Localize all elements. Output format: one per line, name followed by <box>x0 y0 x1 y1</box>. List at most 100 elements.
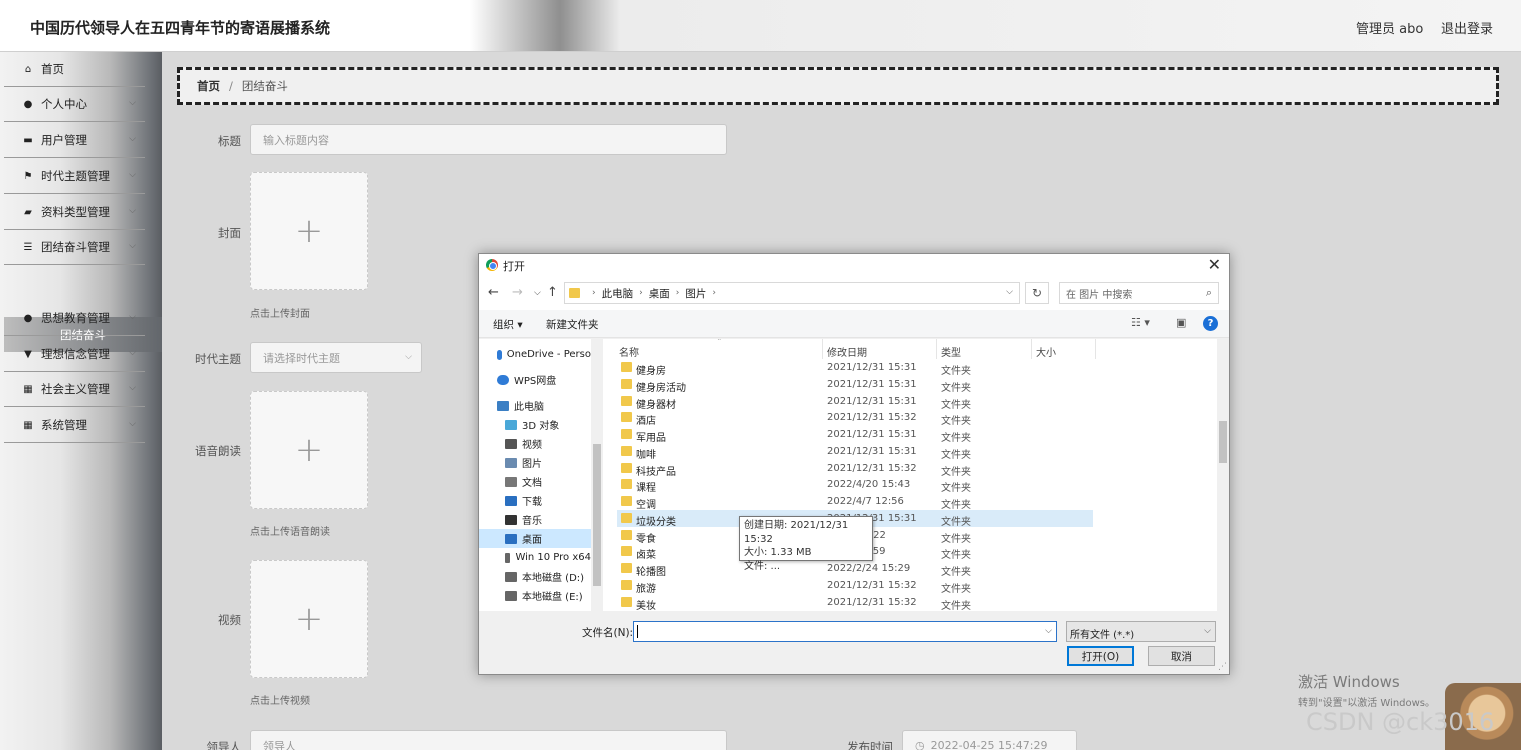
sidebar-item[interactable]: ▬ 用户管理 ⌵ <box>4 123 145 158</box>
file-row[interactable]: 美妆 2021/12/31 15:32 文件夹 <box>617 594 1093 611</box>
dialog-titlebar[interactable]: 打开 ✕ <box>479 254 1229 276</box>
sidebar-item[interactable]: ▼ 理想信念管理 ⌵ <box>4 337 145 372</box>
filetype-select[interactable]: 所有文件 (*.*) ⌵ <box>1066 621 1216 642</box>
file-row[interactable]: 空调 2022/4/7 12:56 文件夹 <box>617 493 1093 511</box>
file-row[interactable]: 科技产品 2021/12/31 15:32 文件夹 <box>617 460 1093 478</box>
resize-grip-icon[interactable]: ⋰ <box>1218 662 1227 672</box>
sidebar-item[interactable]: ● 个人中心 ⌵ <box>4 87 145 122</box>
nav-pane-item[interactable]: OneDrive - Perso <box>479 345 591 364</box>
file-row[interactable]: 课程 2022/4/20 15:43 文件夹 <box>617 476 1093 494</box>
sidebar-item[interactable]: ⚑ 时代主题管理 ⌵ <box>4 159 145 194</box>
nav-pane-label: 图片 <box>522 459 542 470</box>
cancel-button[interactable]: 取消 <box>1148 646 1215 666</box>
nav-pane-scrollbar[interactable] <box>591 339 603 611</box>
sidebar-item[interactable]: ▰ 资料类型管理 ⌵ <box>4 195 145 230</box>
preview-pane-icon[interactable]: ▣ <box>1176 316 1186 329</box>
file-list-scroll-thumb[interactable] <box>1219 421 1227 463</box>
help-icon[interactable]: ? <box>1203 316 1218 331</box>
breadcrumb-home[interactable]: 首页 <box>197 78 220 94</box>
cover-upload[interactable]: + <box>250 172 368 290</box>
title-input[interactable]: 输入标题内容 <box>250 124 727 155</box>
trophy-icon: ▼ <box>24 348 32 360</box>
file-row[interactable]: 健身器材 2021/12/31 15:31 文件夹 <box>617 393 1093 411</box>
file-row[interactable]: 军用品 2021/12/31 15:31 文件夹 <box>617 426 1093 444</box>
nav-pane-item[interactable]: 本地磁盘 (D:) <box>479 567 591 586</box>
file-row[interactable]: 咖啡 2021/12/31 15:31 文件夹 <box>617 443 1093 461</box>
sidebar-item-label: 思想教育管理 <box>41 311 110 325</box>
forward-arrow-icon[interactable]: → <box>512 285 523 300</box>
era-select[interactable]: 请选择时代主题 ⌵ <box>250 342 422 373</box>
sidebar-item[interactable]: ⌂ 首页 <box>4 52 145 87</box>
current-user[interactable]: 管理员 abo <box>1356 18 1423 37</box>
nav-pane-scroll-thumb[interactable] <box>593 444 601 586</box>
nav-pane-item[interactable]: 图片 <box>479 453 591 472</box>
column-type[interactable]: 类型 <box>941 344 961 359</box>
path-desktop[interactable]: 桌面 <box>649 286 670 301</box>
music-icon <box>505 514 517 525</box>
recent-locations-icon[interactable]: ⌵ <box>534 288 541 298</box>
column-date[interactable]: 修改日期 <box>827 344 867 359</box>
sidebar-item[interactable]: ☰ 团结奋斗管理 ⌵ <box>4 230 145 265</box>
folder-icon <box>621 579 632 590</box>
nav-pane-item[interactable]: 视频 <box>479 434 591 453</box>
id-card-icon: ▬ <box>23 134 33 146</box>
view-options-icon[interactable]: ☷ ▾ <box>1131 316 1150 329</box>
file-type: 文件夹 <box>941 382 971 394</box>
video-upload[interactable]: + <box>250 560 368 678</box>
nav-pane-item[interactable]: 3D 对象 <box>479 415 591 434</box>
cloud-icon <box>497 349 502 360</box>
document-folder-icon <box>505 476 517 487</box>
up-arrow-icon[interactable]: ↑ <box>547 285 558 300</box>
logout-link[interactable]: 退出登录 <box>1441 18 1493 37</box>
nav-pane-item[interactable]: 文档 <box>479 472 591 491</box>
audio-upload[interactable]: + <box>250 391 368 509</box>
sidebar-item[interactable]: ▦ 系统管理 ⌵ <box>4 408 145 443</box>
path-this-pc[interactable]: 此电脑 <box>602 286 634 301</box>
title-input-placeholder: 输入标题内容 <box>263 133 329 147</box>
csdn-watermark: CSDN @ck3016 <box>1306 708 1495 736</box>
search-input[interactable]: 在 图片 中搜索 ⌕ <box>1059 282 1219 304</box>
refresh-icon[interactable]: ↻ <box>1025 282 1049 304</box>
publish-time-input[interactable]: ◷ 2022-04-25 15:47:29 <box>902 730 1077 750</box>
back-arrow-icon[interactable]: ← <box>488 285 499 300</box>
folder-icon <box>621 496 632 506</box>
nav-pane-item[interactable]: 桌面 <box>479 529 591 548</box>
filename-input[interactable]: ⌵ <box>633 621 1057 642</box>
new-folder-button[interactable]: 新建文件夹 <box>546 317 599 332</box>
file-row[interactable]: 酒店 2021/12/31 15:32 文件夹 <box>617 409 1093 427</box>
chevron-down-icon: ⌵ <box>129 419 136 429</box>
close-icon[interactable]: ✕ <box>1208 255 1221 274</box>
leader-input-placeholder: 领导人 <box>263 739 296 750</box>
organize-menu[interactable]: 组织 ▾ <box>493 317 523 332</box>
leader-input[interactable]: 领导人 <box>250 730 727 750</box>
breadcrumb-current: 团结奋斗 <box>241 79 288 93</box>
nav-pane-item[interactable]: WPS网盘 <box>479 370 591 389</box>
file-row[interactable]: 旅游 2021/12/31 15:32 文件夹 <box>617 577 1093 595</box>
file-row[interactable]: 健身房活动 2021/12/31 15:31 文件夹 <box>617 376 1093 394</box>
flag-icon: ⚑ <box>23 170 33 182</box>
file-name: 科技产品 <box>636 466 676 478</box>
sidebar-item[interactable]: ● 思想教育管理 ⌵ <box>4 301 145 336</box>
file-type: 文件夹 <box>941 516 971 528</box>
sidebar-item-label: 首页 <box>41 62 64 76</box>
nav-pane-item[interactable]: 下载 <box>479 491 591 510</box>
path-pictures[interactable]: 图片 <box>685 286 706 301</box>
nav-pane-item[interactable]: 音乐 <box>479 510 591 529</box>
nav-pane-item[interactable]: 此电脑 <box>479 396 591 415</box>
file-list-scrollbar[interactable] <box>1217 339 1229 611</box>
file-row[interactable]: 健身房 2021/12/31 15:31 文件夹 <box>617 359 1093 377</box>
chevron-down-icon: ⌵ <box>1204 626 1211 636</box>
address-bar[interactable]: › 此电脑 › 桌面 › 图片 › ⌵ <box>564 282 1020 304</box>
file-date: 2021/12/31 15:32 <box>827 462 917 474</box>
open-button[interactable]: 打开(O) <box>1067 646 1134 666</box>
sidebar-item-label: 社会主义管理 <box>41 382 110 396</box>
chevron-down-icon[interactable]: ⌵ <box>1045 626 1052 636</box>
nav-pane-item[interactable]: Win 10 Pro x64 <box>479 548 591 567</box>
nav-pane-item[interactable]: 本地磁盘 (E:) <box>479 586 591 605</box>
chevron-down-icon[interactable]: ⌵ <box>1006 287 1013 297</box>
column-size[interactable]: 大小 <box>1036 344 1056 359</box>
user-icon: ● <box>23 312 33 324</box>
file-type: 文件夹 <box>941 600 971 612</box>
sidebar-item[interactable]: ▦ 社会主义管理 ⌵ <box>4 372 145 407</box>
column-name[interactable]: 名称 <box>619 344 639 359</box>
